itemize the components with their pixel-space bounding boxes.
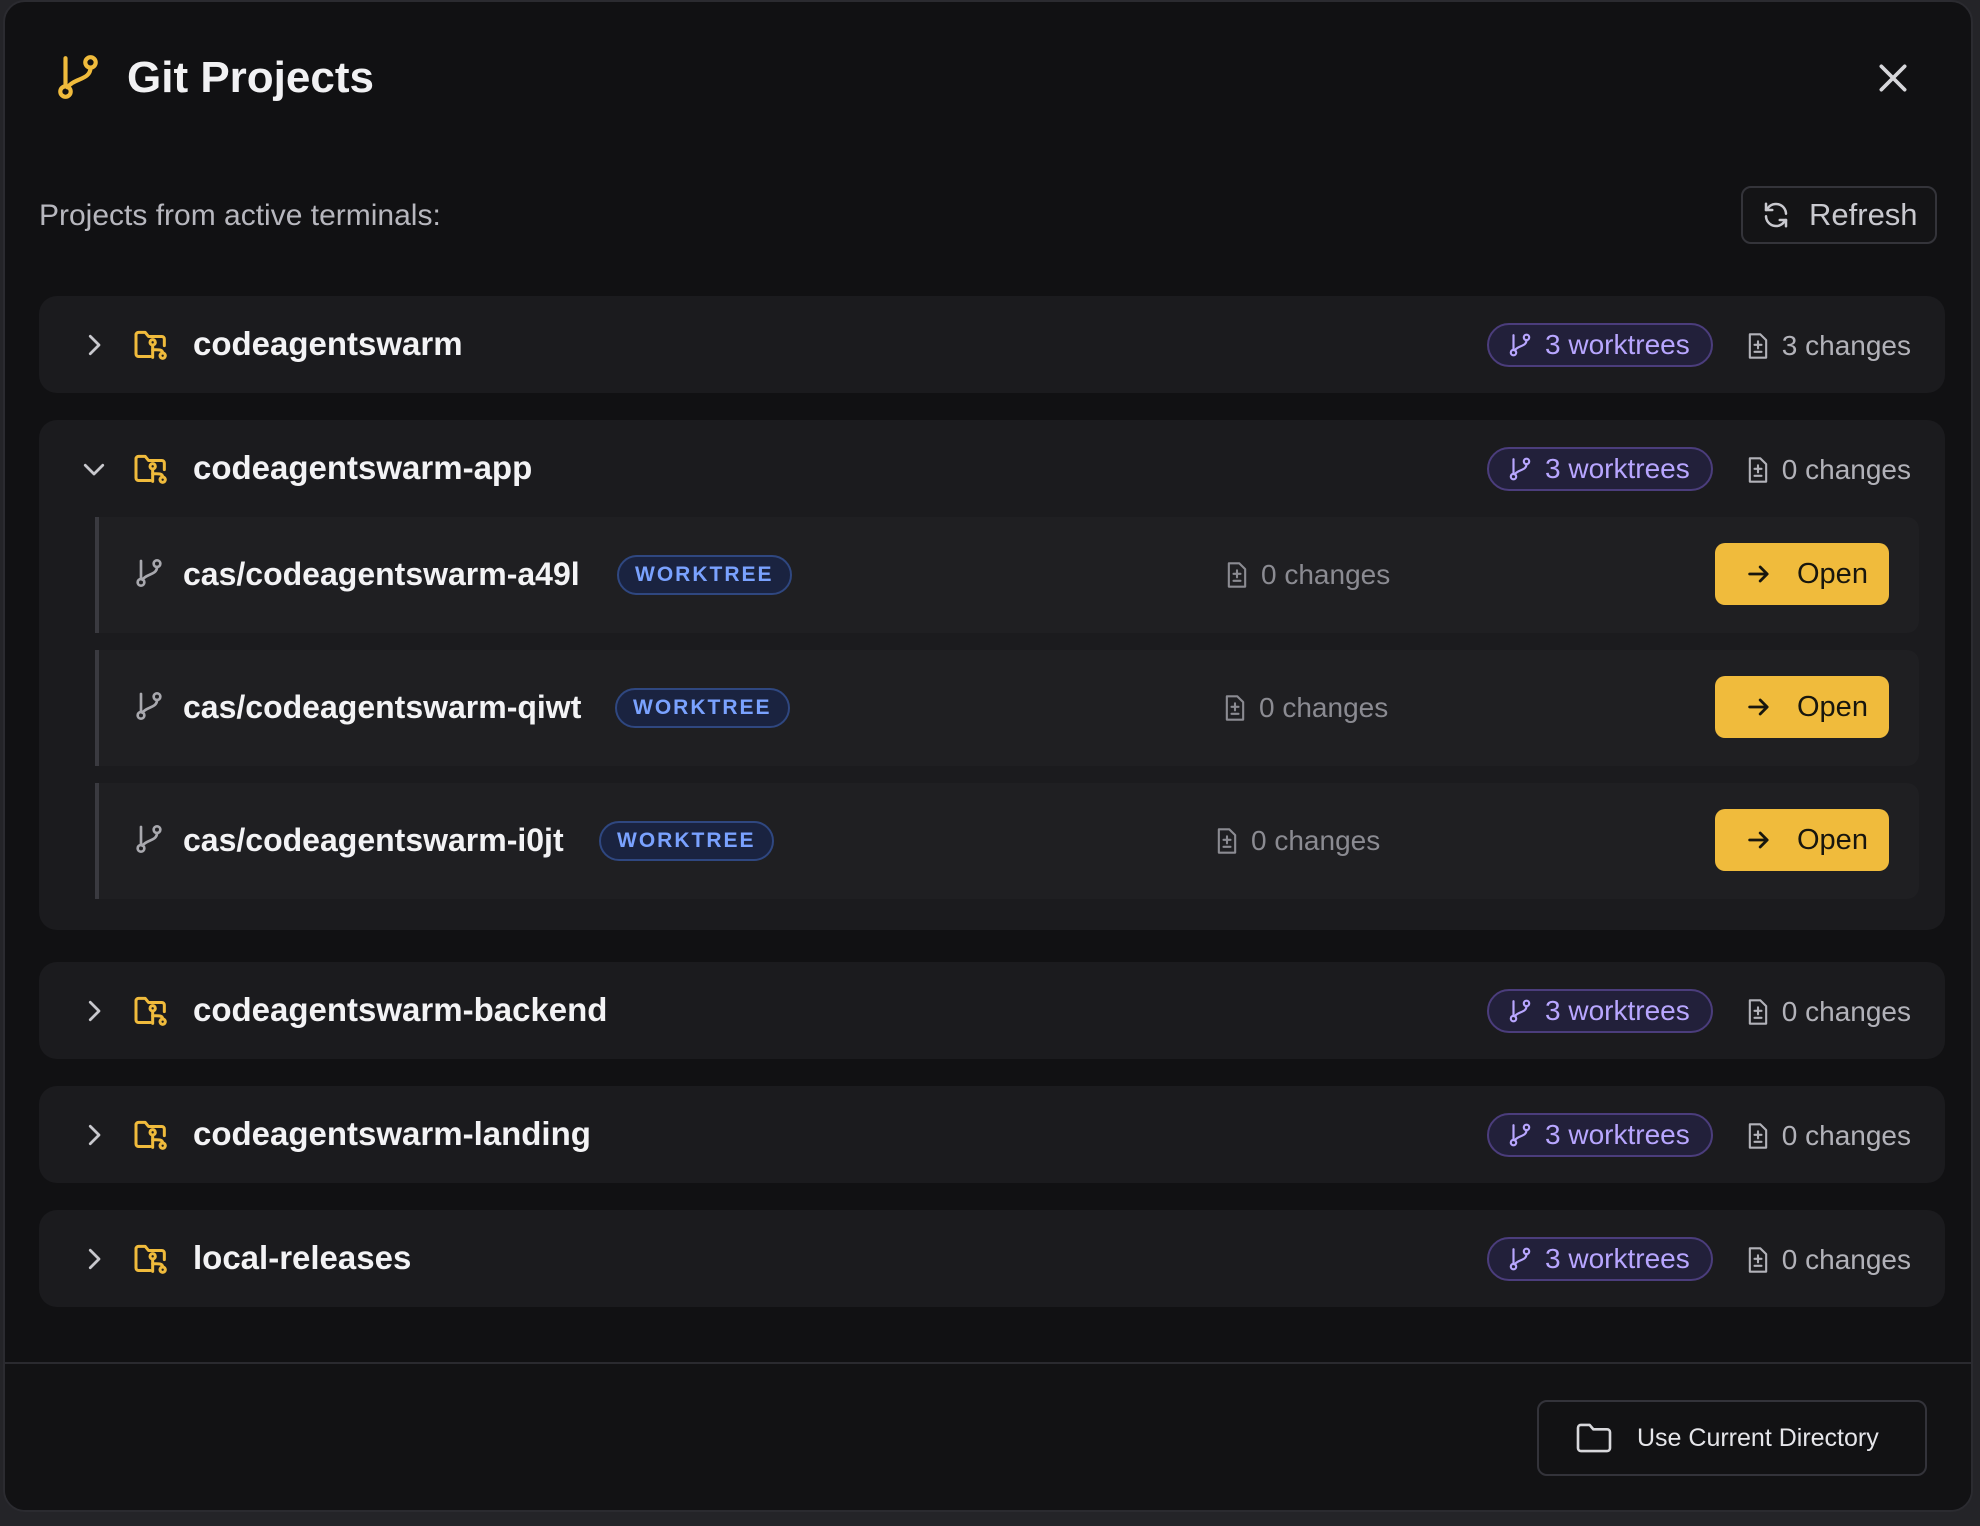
changes-indicator: 0 changes	[1746, 992, 1911, 1032]
project-card: codeagentswarm-app 3 worktrees 0 changes…	[39, 420, 1945, 930]
worktrees-count: 3 worktrees	[1545, 329, 1690, 360]
open-label: Open	[1797, 690, 1868, 723]
changes-indicator: 0 changes	[1746, 1116, 1911, 1156]
git-branch-icon	[1509, 333, 1531, 357]
worktree-tag: WORKTREE	[615, 688, 790, 728]
arrow-right-icon	[1748, 831, 1769, 849]
git-branch-icon	[1509, 457, 1531, 481]
file-diff-icon	[1748, 999, 1767, 1025]
git-branch-icon	[136, 559, 162, 587]
worktrees-count: 3 worktrees	[1545, 453, 1690, 484]
refresh-button[interactable]: Refresh	[1741, 186, 1937, 244]
changes-indicator: 0 changes	[1746, 1240, 1911, 1280]
project-card: local-releases 3 worktrees 0 changes	[39, 1210, 1945, 1307]
use-current-directory-button[interactable]: Use Current Directory	[1537, 1400, 1927, 1476]
project-row-codeagentswarm-landing[interactable]: codeagentswarm-landing 3 worktrees 0 cha…	[39, 1086, 1945, 1183]
git-branch-icon	[136, 825, 162, 853]
worktree-changes: 0 changes	[1225, 559, 1390, 591]
open-label: Open	[1797, 557, 1868, 590]
open-label: Open	[1797, 823, 1868, 856]
worktree-changes: 0 changes	[1215, 825, 1380, 857]
git-projects-dialog: Git Projects Projects from active termin…	[3, 0, 1973, 1512]
open-button[interactable]: Open	[1715, 809, 1889, 871]
changes-indicator: 3 changes	[1746, 326, 1911, 366]
refresh-label: Refresh	[1809, 197, 1918, 232]
changes-count: 0 changes	[1261, 559, 1391, 590]
open-button[interactable]: Open	[1715, 543, 1889, 605]
chevron-right-icon[interactable]	[79, 996, 109, 1026]
file-diff-icon	[1225, 695, 1245, 721]
folder-git-icon	[134, 1120, 167, 1150]
project-name: codeagentswarm-landing	[193, 1115, 591, 1152]
projects-subtitle: Projects from active terminals:	[39, 199, 441, 232]
changes-count: 0 changes	[1259, 692, 1389, 723]
dialog-footer: Use Current Directory	[5, 1362, 1971, 1510]
folder-git-icon	[134, 1244, 167, 1274]
project-row-codeagentswarm-backend[interactable]: codeagentswarm-backend 3 worktrees 0 cha…	[39, 962, 1945, 1059]
changes-indicator: 0 changes	[1746, 450, 1911, 490]
git-branch-icon	[1509, 1247, 1531, 1271]
worktrees-count: 3 worktrees	[1545, 1119, 1690, 1150]
folder-git-icon	[134, 454, 167, 484]
worktrees-badge: 3 worktrees	[1487, 989, 1713, 1033]
file-diff-icon	[1217, 828, 1237, 854]
worktrees-badge: 3 worktrees	[1487, 1237, 1713, 1281]
changes-count: 0 changes	[1251, 825, 1381, 856]
changes-count: 0 changes	[1781, 454, 1911, 485]
worktree-list: cas/codeagentswarm-a49l WORKTREE 0 chang…	[39, 517, 1945, 930]
folder-icon	[1576, 1423, 1612, 1453]
file-diff-icon	[1748, 1247, 1767, 1273]
worktree-row[interactable]: cas/codeagentswarm-i0jt WORKTREE 0 chang…	[95, 783, 1919, 899]
refresh-icon	[1764, 202, 1788, 228]
worktree-name: cas/codeagentswarm-a49l	[183, 556, 580, 592]
project-row-codeagentswarm-app[interactable]: codeagentswarm-app 3 worktrees 0 changes	[39, 420, 1945, 517]
worktree-name: cas/codeagentswarm-qiwt	[183, 689, 582, 725]
git-branch-icon	[1509, 1123, 1531, 1147]
worktree-row[interactable]: cas/codeagentswarm-a49l WORKTREE 0 chang…	[95, 517, 1919, 633]
arrow-right-icon	[1748, 698, 1769, 716]
chevron-down-icon[interactable]	[79, 454, 109, 484]
arrow-right-icon	[1748, 565, 1769, 583]
changes-count: 0 changes	[1781, 996, 1911, 1027]
git-branch-icon	[1509, 999, 1531, 1023]
project-name: codeagentswarm	[193, 325, 463, 362]
folder-git-icon	[134, 330, 167, 360]
project-name: codeagentswarm-app	[193, 449, 533, 486]
project-card: codeagentswarm 3 worktrees 3 changes	[39, 296, 1945, 393]
worktrees-count: 3 worktrees	[1545, 995, 1690, 1026]
close-icon[interactable]	[1873, 58, 1913, 98]
project-card: codeagentswarm-landing 3 worktrees 0 cha…	[39, 1086, 1945, 1183]
worktrees-badge: 3 worktrees	[1487, 1113, 1713, 1157]
folder-git-icon	[134, 996, 167, 1026]
file-diff-icon	[1748, 1123, 1767, 1149]
changes-count: 0 changes	[1781, 1120, 1911, 1151]
worktrees-badge: 3 worktrees	[1487, 447, 1713, 491]
chevron-right-icon[interactable]	[79, 1120, 109, 1150]
project-name: local-releases	[193, 1239, 412, 1276]
open-button[interactable]: Open	[1715, 676, 1889, 738]
file-diff-icon	[1227, 562, 1247, 588]
project-row-codeagentswarm[interactable]: codeagentswarm 3 worktrees 3 changes	[39, 296, 1945, 393]
worktree-name: cas/codeagentswarm-i0jt	[183, 822, 564, 858]
chevron-right-icon[interactable]	[79, 1244, 109, 1274]
project-card: codeagentswarm-backend 3 worktrees 0 cha…	[39, 962, 1945, 1059]
file-diff-icon	[1748, 457, 1767, 483]
worktree-row[interactable]: cas/codeagentswarm-qiwt WORKTREE 0 chang…	[95, 650, 1919, 766]
dialog-title: Git Projects	[127, 53, 374, 102]
project-row-local-releases[interactable]: local-releases 3 worktrees 0 changes	[39, 1210, 1945, 1307]
worktrees-count: 3 worktrees	[1545, 1243, 1690, 1274]
changes-count: 3 changes	[1781, 330, 1911, 361]
worktree-changes: 0 changes	[1223, 692, 1388, 724]
git-branch-icon	[136, 692, 162, 720]
changes-count: 0 changes	[1781, 1244, 1911, 1275]
git-branch-icon	[58, 55, 98, 99]
chevron-right-icon[interactable]	[79, 330, 109, 360]
use-current-directory-label: Use Current Directory	[1637, 1423, 1879, 1452]
worktree-tag: WORKTREE	[599, 821, 774, 861]
dialog-header: Git Projects	[5, 2, 1971, 152]
project-name: codeagentswarm-backend	[193, 991, 608, 1028]
file-diff-icon	[1748, 333, 1767, 359]
worktrees-badge: 3 worktrees	[1487, 323, 1713, 367]
worktree-tag: WORKTREE	[617, 555, 792, 595]
